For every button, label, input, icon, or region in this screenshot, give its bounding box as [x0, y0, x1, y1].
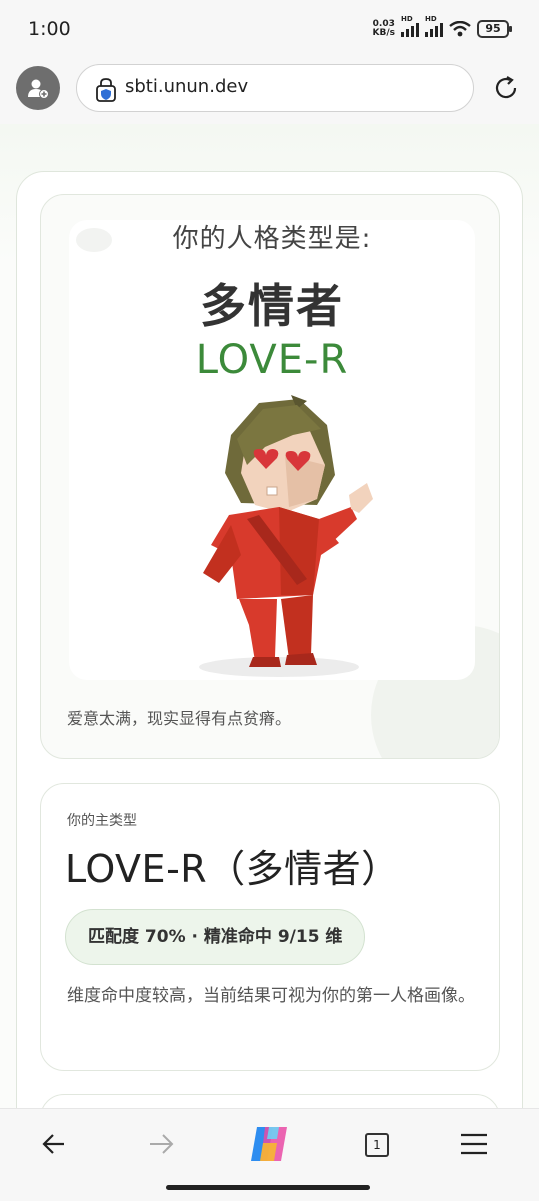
status-bar: 1:00 0.03 KB/s HD HD 95 [0, 0, 539, 58]
home-indicator[interactable] [166, 1185, 370, 1190]
status-icons: 0.03 KB/s HD HD 95 [372, 15, 512, 38]
next-card [40, 1094, 500, 1108]
network-speed: 0.03 KB/s [372, 19, 395, 38]
result-poster-image: 你的人格类型是: 多情者 LOVE-R [69, 220, 475, 680]
wifi-icon [449, 21, 471, 37]
forward-arrow-icon[interactable] [148, 1133, 174, 1155]
main-type-label: 你的主类型 [67, 813, 137, 829]
reload-icon[interactable] [492, 74, 520, 102]
poster-type-code: LOVE-R [195, 337, 349, 383]
main-type-title: LOVE-R（多情者） [65, 847, 400, 891]
match-badge: 匹配度 70% · 精准命中 9/15 维 [65, 909, 366, 965]
copilot-icon[interactable] [247, 1123, 291, 1165]
browser-bottom-bar: 1 [0, 1108, 539, 1201]
menu-icon[interactable] [460, 1133, 488, 1155]
signal-sim1-icon: HD [401, 15, 419, 37]
browser-toolbar: sbti.unun.dev [0, 58, 539, 124]
status-time: 1:00 [28, 18, 71, 40]
poster-type-name: 多情者 [200, 279, 344, 333]
signal-sim2-icon: HD [425, 15, 443, 37]
shield-lock-icon[interactable] [95, 78, 117, 102]
url-text[interactable]: sbti.unun.dev [125, 76, 248, 97]
result-poster-card: 你的人格类型是: 多情者 LOVE-R 爱意太满，现实显得有点贫瘠。 [40, 194, 500, 759]
main-type-description: 维度命中度较高，当前结果可视为你的第一人格画像。 [67, 986, 475, 1006]
poster-heading: 你的人格类型是: [172, 224, 372, 254]
tabs-button[interactable]: 1 [365, 1133, 389, 1157]
result-tagline: 爱意太满，现实显得有点贫瘠。 [67, 709, 292, 728]
profile-button[interactable] [16, 66, 60, 110]
back-arrow-icon[interactable] [42, 1133, 66, 1155]
web-page: 你的人格类型是: 多情者 LOVE-R 爱意太满，现实显得有点贫瘠。 你的主类型… [0, 124, 539, 1108]
lowpoly-character-illustration [199, 395, 373, 677]
main-type-card: 你的主类型 LOVE-R（多情者） 匹配度 70% · 精准命中 9/15 维 … [40, 783, 500, 1071]
result-container: 你的人格类型是: 多情者 LOVE-R 爱意太满，现实显得有点贫瘠。 你的主类型… [16, 171, 523, 1108]
profile-add-icon [28, 79, 49, 99]
battery-indicator: 95 [477, 20, 512, 38]
address-bar[interactable]: sbti.unun.dev [76, 64, 474, 112]
